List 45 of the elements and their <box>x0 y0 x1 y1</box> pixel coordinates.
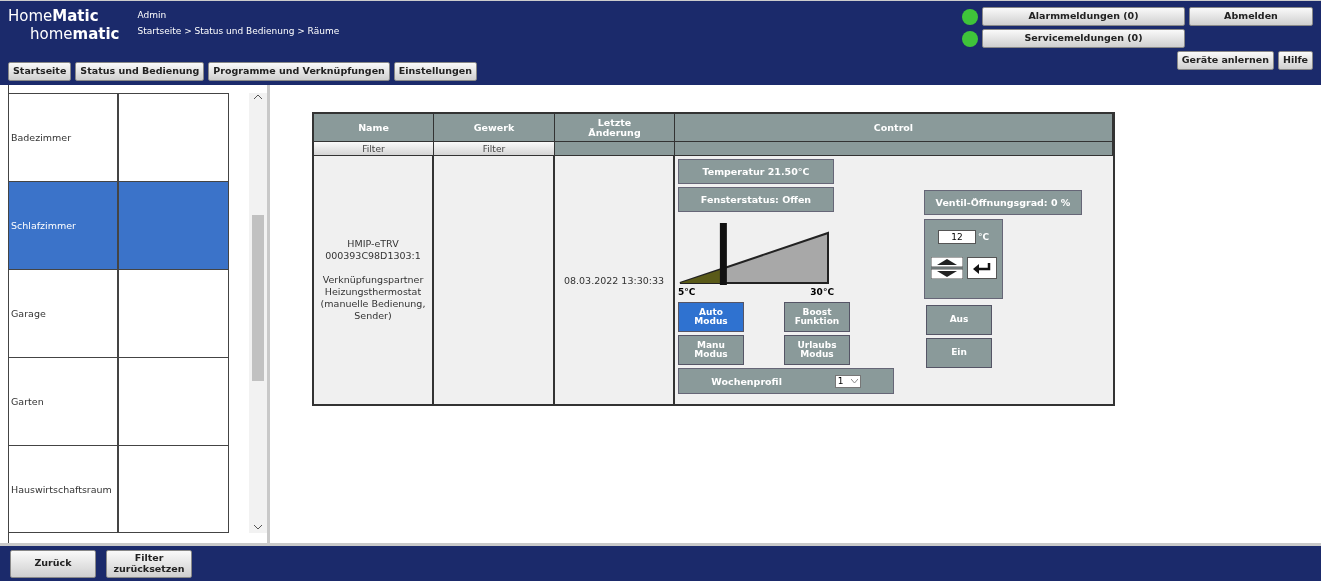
back-button[interactable]: Zurück <box>10 549 96 578</box>
max-label: 30°C <box>810 287 834 297</box>
enter-icon <box>971 262 992 274</box>
column-header: Gewerk <box>434 114 555 142</box>
room-row[interactable]: Badezimmer <box>9 93 230 181</box>
window-status-label: Fensterstatus: Offen <box>678 187 834 212</box>
min-label: 5°C <box>678 287 696 297</box>
room-row[interactable]: Schlafzimmer <box>9 181 230 269</box>
column-header: Control <box>675 114 1113 142</box>
device-name: Verknüpfungspartner Heizungsthermostat (manuelle Bedienung, Sender) <box>320 274 426 322</box>
device-name: HMIP-eTRV 000393C98D1303:1 <box>324 238 422 262</box>
caret-icon <box>850 378 858 384</box>
room-row[interactable]: Garage <box>9 269 230 357</box>
service-button[interactable]: Servicemeldungen (0) <box>982 29 1185 48</box>
logo-text: HomeMatic <box>8 7 100 25</box>
logo-text: homematic <box>29 25 120 43</box>
room-name: Hauswirtschaftsraum <box>9 446 119 532</box>
setpoint-field[interactable]: 12 <box>937 230 976 244</box>
week-profile-label: Wochenprofil <box>711 375 782 387</box>
nav-button[interactable]: Hilfe <box>1277 51 1313 70</box>
user-name: Admin <box>137 10 168 20</box>
nav-button[interactable]: Einstellungen <box>393 62 478 81</box>
column-header: Name <box>314 114 434 142</box>
alarm-button[interactable]: Alarmmeldungen (0) <box>982 7 1185 26</box>
up-down-icon[interactable] <box>930 256 963 280</box>
mode-button[interactable]: Auto Modus <box>678 302 744 332</box>
nav-button[interactable]: Startseite <box>8 62 72 81</box>
nav-button[interactable]: Status und Bedienung <box>75 62 205 81</box>
nav-button[interactable]: Programme und Verknüpfungen <box>208 62 390 81</box>
profile-dropdown[interactable]: 1 <box>834 374 861 388</box>
enter-button[interactable] <box>966 257 997 279</box>
logout-button[interactable]: Abmelden <box>1189 7 1313 26</box>
filter-button[interactable]: Filter <box>314 142 433 155</box>
column-header: Letzte Änderung <box>555 114 675 142</box>
unit-label: °C <box>977 232 990 242</box>
room-row[interactable]: Hauswirtschaftsraum <box>9 445 230 533</box>
temperature-label: Temperatur 21.50°C <box>678 159 834 184</box>
breadcrumb: Startseite > Status und Bedienung > Räume <box>137 26 340 36</box>
reset-filter-button[interactable]: Filter zurücksetzen <box>106 549 192 578</box>
valve-label: Ventil-Öffnungsgrad: 0 % <box>924 190 1082 215</box>
nav-button[interactable]: Geräte anlernen <box>1176 51 1274 70</box>
filter-button[interactable]: Filter <box>434 142 554 155</box>
timestamp: 08.03.2022 13:30:33 <box>563 274 665 286</box>
room-row[interactable]: Garten <box>9 357 230 445</box>
scrollbar[interactable] <box>249 93 267 533</box>
